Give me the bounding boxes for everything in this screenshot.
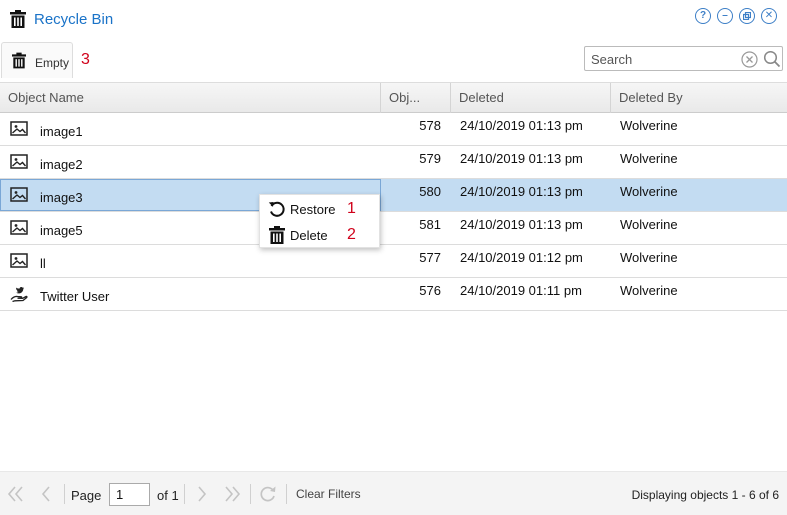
deleted-by: Wolverine xyxy=(620,250,678,265)
context-menu-restore-label: Restore xyxy=(290,202,336,217)
display-info: Displaying objects 1 - 6 of 6 xyxy=(631,488,779,502)
previous-page-icon[interactable] xyxy=(36,485,56,503)
window-title: Recycle Bin xyxy=(34,11,114,28)
title-bar: Recycle Bin ? – ✕ xyxy=(0,0,787,40)
clear-filters-button[interactable]: Clear Filters xyxy=(296,487,361,501)
deleted-date: 24/10/2019 01:13 pm xyxy=(460,151,583,166)
first-page-icon[interactable] xyxy=(6,485,26,503)
refresh-icon[interactable] xyxy=(258,485,278,503)
image-icon xyxy=(10,220,28,235)
context-menu-restore[interactable]: Restore 1 xyxy=(260,196,381,222)
separator xyxy=(64,484,65,504)
help-icon[interactable]: ? xyxy=(695,8,711,24)
object-name: image3 xyxy=(40,190,83,205)
image-icon xyxy=(10,187,28,202)
page-number-input[interactable] xyxy=(109,483,150,506)
image-icon xyxy=(10,121,28,136)
column-object-name[interactable]: Object Name xyxy=(0,83,381,113)
object-id: 576 xyxy=(419,283,441,298)
clear-search-icon[interactable] xyxy=(741,51,758,68)
table-row[interactable]: ll 577 24/10/2019 01:12 pm Wolverine xyxy=(0,245,787,278)
context-menu-delete[interactable]: Delete 2 xyxy=(260,222,381,248)
pagination-bar: Page of 1 Clear Filters Displaying objec… xyxy=(0,471,787,515)
object-name: image5 xyxy=(40,223,83,238)
object-id: 578 xyxy=(419,118,441,133)
separator xyxy=(286,484,287,504)
image-icon xyxy=(10,154,28,169)
column-object-id[interactable]: Obj... xyxy=(381,83,451,113)
empty-button-label: Empty xyxy=(35,56,70,70)
page-label: Page xyxy=(71,488,102,503)
search-icon[interactable] xyxy=(763,50,781,68)
deleted-date: 24/10/2019 01:11 pm xyxy=(460,283,582,298)
table-row[interactable]: image1 578 24/10/2019 01:13 pm Wolverine xyxy=(0,113,787,146)
object-id: 580 xyxy=(419,184,441,199)
close-icon[interactable]: ✕ xyxy=(761,8,777,24)
table-row[interactable]: Twitter User 576 24/10/2019 01:11 pm Wol… xyxy=(0,278,787,311)
object-id: 577 xyxy=(419,250,441,265)
image-icon xyxy=(10,253,28,268)
context-menu: Restore 1 Delete 2 xyxy=(259,194,380,248)
trash-icon xyxy=(12,52,26,69)
search-box xyxy=(584,46,783,71)
restore-icon xyxy=(268,201,285,217)
deleted-date: 24/10/2019 01:13 pm xyxy=(460,118,583,133)
trash-icon xyxy=(269,226,285,244)
deleted-by: Wolverine xyxy=(620,184,678,199)
table-row[interactable]: image5 581 24/10/2019 01:13 pm Wolverine xyxy=(0,212,787,245)
annotation-2: 2 xyxy=(347,226,356,243)
object-name: image2 xyxy=(40,157,83,172)
page-count-label: of 1 xyxy=(157,488,179,503)
object-id: 581 xyxy=(419,217,441,232)
search-input[interactable] xyxy=(591,50,731,68)
empty-button[interactable]: Empty xyxy=(1,42,73,78)
column-deleted-by[interactable]: Deleted By xyxy=(611,83,787,113)
next-page-icon[interactable] xyxy=(192,485,212,503)
grid-header: Object Name Obj... Deleted Deleted By xyxy=(0,82,787,113)
annotation-1: 1 xyxy=(347,200,356,217)
deleted-by: Wolverine xyxy=(620,118,678,133)
table-row[interactable]: image2 579 24/10/2019 01:13 pm Wolverine xyxy=(0,146,787,179)
separator xyxy=(250,484,251,504)
deleted-date: 24/10/2019 01:13 pm xyxy=(460,217,583,232)
object-id: 579 xyxy=(419,151,441,166)
separator xyxy=(184,484,185,504)
last-page-icon[interactable] xyxy=(222,485,242,503)
deleted-by: Wolverine xyxy=(620,283,678,298)
deleted-date: 24/10/2019 01:12 pm xyxy=(460,250,583,265)
table-row-selected[interactable]: image3 580 24/10/2019 01:13 pm Wolverine xyxy=(0,179,787,212)
window-controls: ? – ✕ xyxy=(695,8,777,24)
context-menu-delete-label: Delete xyxy=(290,228,328,243)
deleted-date: 24/10/2019 01:13 pm xyxy=(460,184,583,199)
annotation-3: 3 xyxy=(81,51,90,68)
twitter-user-icon xyxy=(10,286,28,302)
object-name: Twitter User xyxy=(40,289,110,304)
restore-icon[interactable] xyxy=(739,8,755,24)
deleted-by: Wolverine xyxy=(620,151,678,166)
minimize-icon[interactable]: – xyxy=(717,8,733,24)
trash-icon xyxy=(10,10,26,28)
column-deleted[interactable]: Deleted xyxy=(451,83,611,113)
object-name: image1 xyxy=(40,124,83,139)
deleted-by: Wolverine xyxy=(620,217,678,232)
toolbar: Empty 3 xyxy=(0,40,787,82)
object-name: ll xyxy=(40,256,46,271)
